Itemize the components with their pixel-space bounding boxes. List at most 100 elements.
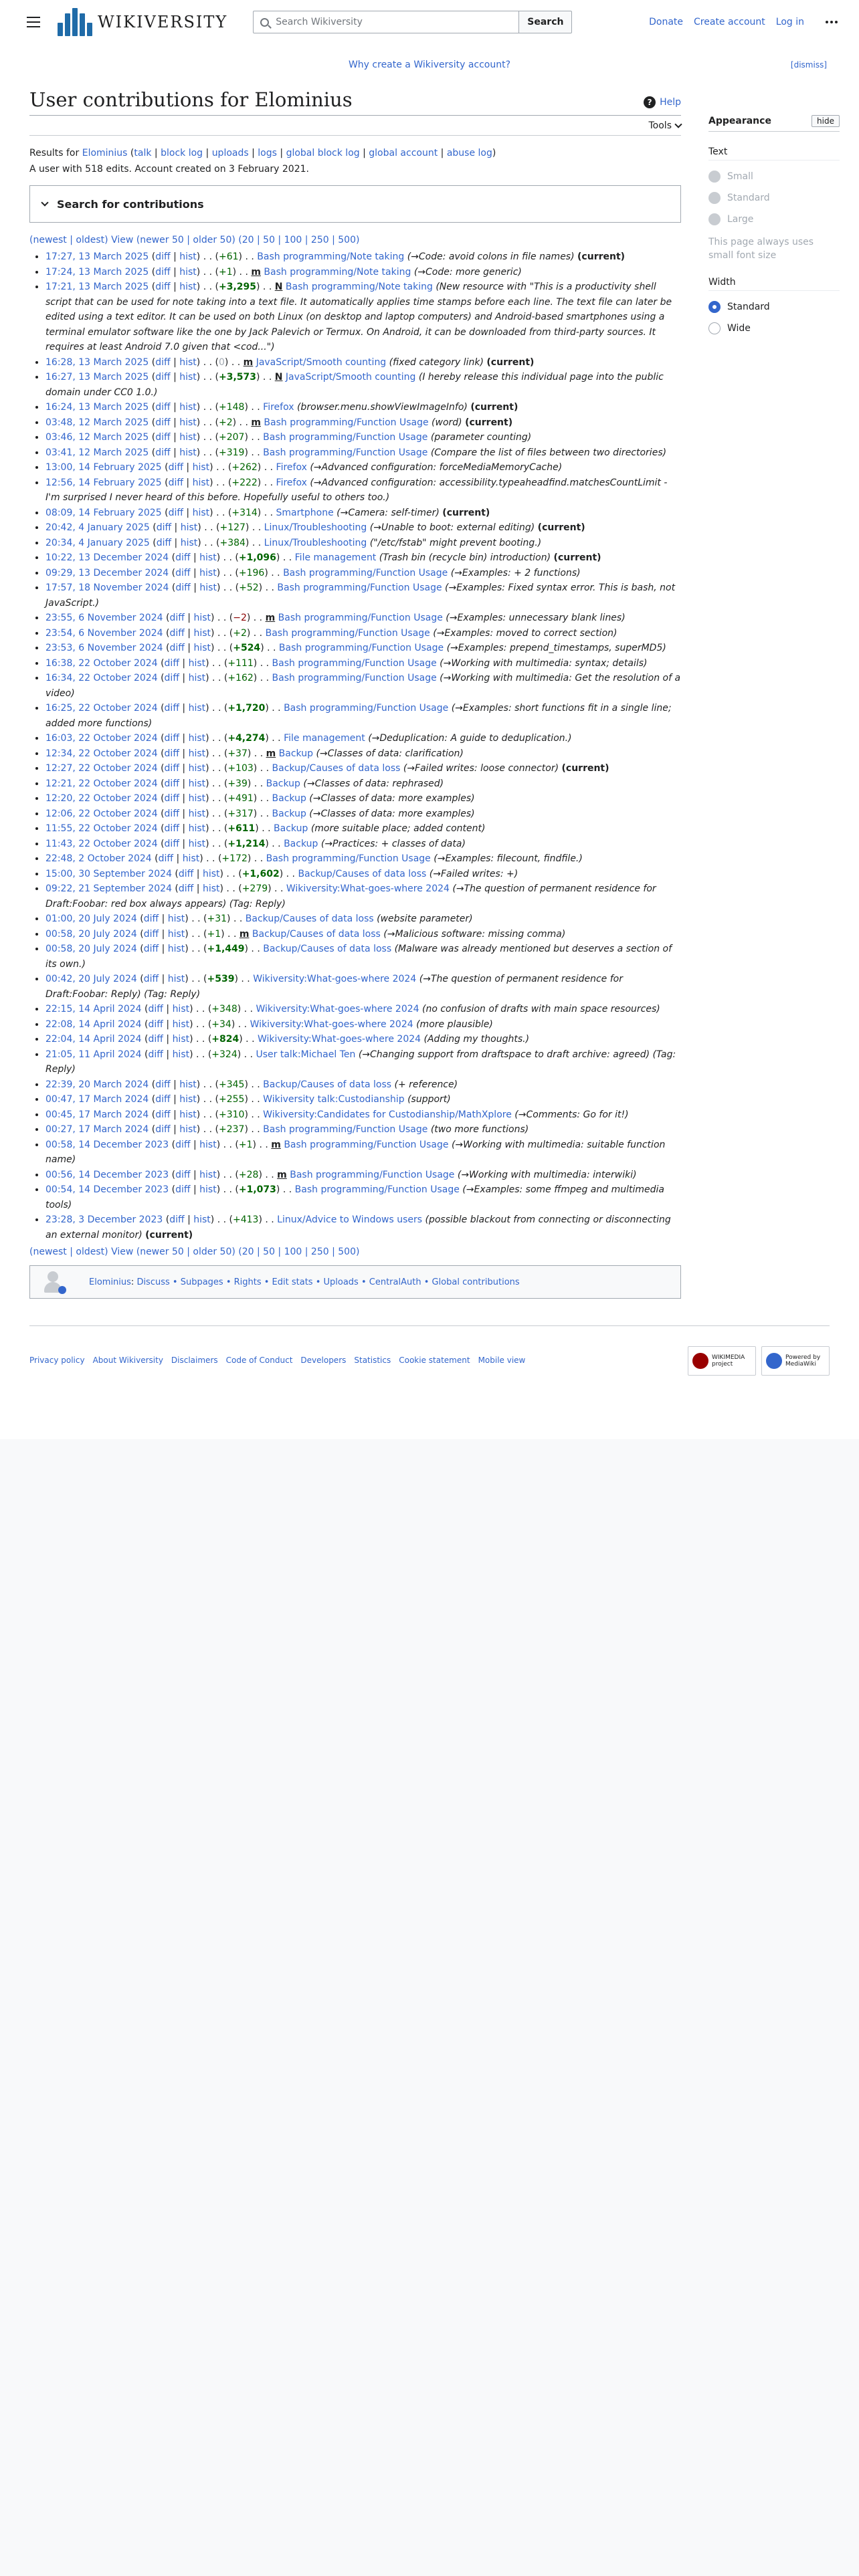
diff-link[interactable]: diff: [149, 1004, 163, 1014]
help-link[interactable]: ? Help: [644, 96, 681, 108]
diff-link[interactable]: diff: [169, 643, 184, 653]
page-title-link[interactable]: Backup/Causes of data loss: [272, 763, 401, 774]
contribution-date-link[interactable]: 21:05, 11 April 2024: [45, 1049, 142, 1060]
page-title-link[interactable]: Bash programming/Function Usage: [272, 658, 437, 669]
contribution-date-link[interactable]: 13:00, 14 February 2025: [45, 462, 162, 473]
user-tools-user[interactable]: Elominius: [89, 1277, 131, 1287]
diff-link[interactable]: diff: [144, 929, 159, 940]
page-title-link[interactable]: Bash programming/Note taking: [286, 282, 433, 292]
hist-link[interactable]: hist: [189, 823, 206, 834]
diff-link[interactable]: diff: [165, 809, 179, 819]
diff-link[interactable]: diff: [155, 1094, 170, 1105]
contribution-date-link[interactable]: 10:22, 13 December 2024: [45, 552, 169, 563]
diff-link[interactable]: diff: [169, 613, 184, 623]
diff-link[interactable]: diff: [175, 1140, 190, 1150]
page-title-link[interactable]: Wikiversity:Candidates for Custodianship…: [263, 1109, 512, 1120]
contribution-date-link[interactable]: 11:55, 22 October 2024: [45, 823, 158, 834]
contribution-date-link[interactable]: 17:24, 13 March 2025: [45, 267, 149, 278]
hist-link[interactable]: hist: [189, 839, 206, 849]
hist-link[interactable]: hist: [179, 357, 197, 368]
main-menu-icon[interactable]: [27, 17, 40, 27]
contribution-date-link[interactable]: 17:27, 13 March 2025: [45, 251, 149, 262]
width-wide[interactable]: Wide: [708, 318, 840, 339]
logs-link[interactable]: logs: [258, 148, 277, 158]
page-title-link[interactable]: Backup/Causes of data loss: [252, 929, 381, 940]
hist-link[interactable]: hist: [189, 733, 206, 744]
hist-link[interactable]: hist: [179, 447, 197, 458]
contribution-date-link[interactable]: 00:27, 17 March 2024: [45, 1124, 149, 1135]
hist-link[interactable]: hist: [189, 703, 206, 714]
contribution-date-link[interactable]: 00:56, 14 December 2023: [45, 1170, 169, 1180]
diff-link[interactable]: diff: [155, 417, 170, 428]
hist-link[interactable]: hist: [173, 1004, 190, 1014]
hist-link[interactable]: hist: [181, 538, 198, 548]
page-title-link[interactable]: Firefox: [276, 462, 307, 473]
hist-link[interactable]: hist: [179, 1094, 197, 1105]
contribution-date-link[interactable]: 23:28, 3 December 2023: [45, 1214, 163, 1225]
diff-link[interactable]: diff: [159, 853, 173, 864]
contribution-date-link[interactable]: 12:27, 22 October 2024: [45, 763, 158, 774]
diff-link[interactable]: diff: [155, 402, 170, 413]
contribution-date-link[interactable]: 23:54, 6 November 2024: [45, 628, 163, 639]
page-title-link[interactable]: Bash programming/Function Usage: [277, 582, 442, 593]
hist-link[interactable]: hist: [189, 763, 206, 774]
page-title-link[interactable]: Bash programming/Function Usage: [264, 417, 428, 428]
block-log-link[interactable]: block log: [161, 148, 203, 158]
create-account-link[interactable]: Create account: [694, 17, 765, 27]
page-title-link[interactable]: Wikiversity:What-goes-where 2024: [256, 1004, 419, 1014]
hist-link[interactable]: hist: [189, 809, 206, 819]
width-standard[interactable]: Standard: [708, 296, 840, 318]
page-title-link[interactable]: Bash programming/Function Usage: [272, 673, 437, 683]
contribution-date-link[interactable]: 03:48, 12 March 2025: [45, 417, 149, 428]
page-title-link[interactable]: Bash programming/Function Usage: [290, 1170, 454, 1180]
contribution-date-link[interactable]: 16:03, 22 October 2024: [45, 733, 158, 744]
hist-link[interactable]: hist: [179, 1109, 197, 1120]
diff-link[interactable]: diff: [175, 552, 190, 563]
hist-link[interactable]: hist: [179, 432, 197, 443]
search-input[interactable]: Search Wikiversity: [253, 11, 520, 33]
hist-link[interactable]: hist: [173, 1034, 190, 1045]
page-title-link[interactable]: File management: [295, 552, 377, 563]
diff-link[interactable]: diff: [155, 372, 170, 383]
page-title-link[interactable]: Wikiversity:What-goes-where 2024: [258, 1034, 421, 1045]
hist-link[interactable]: hist: [193, 462, 210, 473]
uploads-link[interactable]: uploads: [212, 148, 249, 158]
diff-link[interactable]: diff: [144, 944, 159, 954]
log-in-link[interactable]: Log in: [776, 17, 804, 27]
text-size-standard[interactable]: Standard: [708, 187, 840, 209]
diff-link[interactable]: diff: [144, 914, 159, 924]
page-title-link[interactable]: Wikiversity:What-goes-where 2024: [286, 883, 450, 894]
hist-link[interactable]: hist: [189, 793, 206, 804]
hist-link[interactable]: hist: [193, 613, 211, 623]
contribution-date-link[interactable]: 16:25, 22 October 2024: [45, 703, 158, 714]
page-title-link[interactable]: Smartphone: [276, 508, 334, 518]
contribution-date-link[interactable]: 20:34, 4 January 2025: [45, 538, 150, 548]
footer-link-developers[interactable]: Developers: [300, 1356, 346, 1376]
hist-link[interactable]: hist: [179, 267, 197, 278]
diff-link[interactable]: diff: [144, 974, 159, 984]
contribution-date-link[interactable]: 22:15, 14 April 2024: [45, 1004, 142, 1014]
user-link[interactable]: Elominius: [82, 148, 128, 158]
page-title-link[interactable]: Wikiversity:What-goes-where 2024: [253, 974, 416, 984]
contribution-date-link[interactable]: 17:21, 13 March 2025: [45, 282, 149, 292]
footer-link-cookie-statement[interactable]: Cookie statement: [399, 1356, 470, 1376]
diff-link[interactable]: diff: [165, 658, 179, 669]
hist-link[interactable]: hist: [199, 1170, 217, 1180]
page-title-link[interactable]: Backup: [284, 839, 318, 849]
contribution-date-link[interactable]: 20:42, 4 January 2025: [45, 522, 150, 533]
diff-link[interactable]: diff: [165, 793, 179, 804]
diff-link[interactable]: diff: [169, 628, 184, 639]
diff-link[interactable]: diff: [165, 673, 179, 683]
diff-link[interactable]: diff: [165, 703, 179, 714]
diff-link[interactable]: diff: [155, 1109, 170, 1120]
diff-link[interactable]: diff: [155, 282, 170, 292]
hist-link[interactable]: hist: [189, 748, 206, 759]
diff-link[interactable]: diff: [149, 1019, 163, 1030]
diff-link[interactable]: diff: [169, 477, 183, 488]
page-title-link[interactable]: Backup/Causes of data loss: [263, 944, 391, 954]
contribution-date-link[interactable]: 12:06, 22 October 2024: [45, 809, 158, 819]
page-title-link[interactable]: JavaScript/Smooth counting: [286, 372, 416, 383]
diff-link[interactable]: diff: [169, 462, 183, 473]
hist-link[interactable]: hist: [179, 372, 197, 383]
text-size-large[interactable]: Large: [708, 209, 840, 230]
